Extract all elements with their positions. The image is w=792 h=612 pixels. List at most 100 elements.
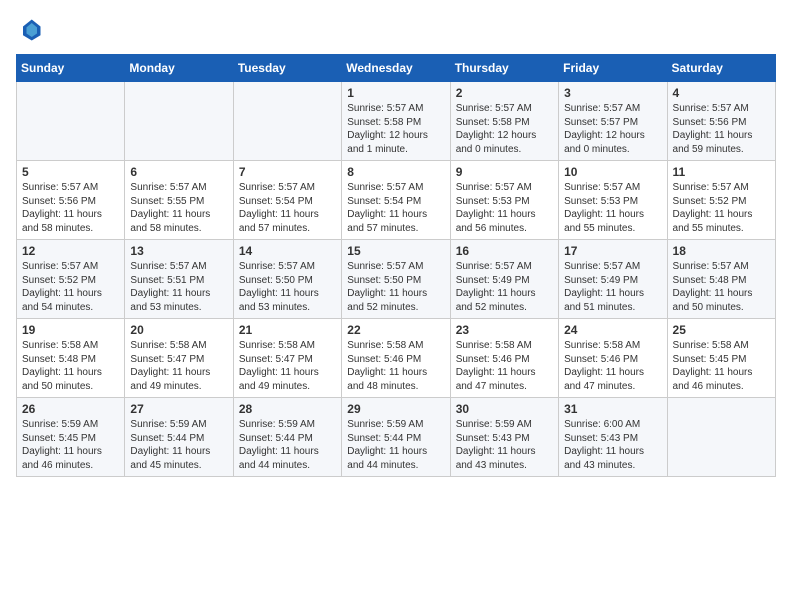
day-number: 17 — [564, 244, 661, 258]
column-header-thursday: Thursday — [450, 55, 558, 82]
calendar-cell — [17, 82, 125, 161]
day-number: 31 — [564, 402, 661, 416]
day-info: Sunrise: 5:57 AM Sunset: 5:53 PM Dayligh… — [456, 181, 553, 235]
day-number: 5 — [22, 165, 119, 179]
day-info: Sunrise: 5:57 AM Sunset: 5:55 PM Dayligh… — [130, 181, 227, 235]
day-number: 18 — [673, 244, 770, 258]
day-number: 19 — [22, 323, 119, 337]
day-info: Sunrise: 5:57 AM Sunset: 5:53 PM Dayligh… — [564, 181, 661, 235]
column-header-saturday: Saturday — [667, 55, 775, 82]
calendar-cell: 30 Sunrise: 5:59 AM Sunset: 5:43 PM Dayli… — [450, 398, 558, 477]
day-number: 12 — [22, 244, 119, 258]
calendar-week-4: 19 Sunrise: 5:58 AM Sunset: 5:48 PM Dayli… — [17, 319, 776, 398]
calendar-cell: 25Sunrise: 5:58 AM Sunset: 5:45 PM Dayli… — [667, 319, 775, 398]
day-info: Sunrise: 5:59 AM Sunset: 5:44 PM Dayligh… — [239, 418, 336, 472]
day-number: 27 — [130, 402, 227, 416]
calendar-cell: 3Sunrise: 5:57 AM Sunset: 5:57 PM Daylig… — [559, 82, 667, 161]
calendar-cell: 29Sunrise: 5:59 AM Sunset: 5:44 PM Dayli… — [342, 398, 450, 477]
page-header — [16, 16, 776, 44]
day-number: 6 — [130, 165, 227, 179]
calendar-cell — [125, 82, 233, 161]
day-info: Sunrise: 5:57 AM Sunset: 5:48 PM Dayligh… — [673, 260, 770, 314]
day-info: Sunrise: 5:59 AM Sunset: 5:44 PM Dayligh… — [130, 418, 227, 472]
day-info: Sunrise: 5:57 AM Sunset: 5:56 PM Dayligh… — [22, 181, 119, 235]
day-number: 1 — [347, 86, 444, 100]
calendar-cell: 13 Sunrise: 5:57 AM Sunset: 5:51 PM Dayli… — [125, 240, 233, 319]
calendar-cell: 1Sunrise: 5:57 AM Sunset: 5:58 PM Daylig… — [342, 82, 450, 161]
calendar-cell: 15 Sunrise: 5:57 AM Sunset: 5:50 PM Dayli… — [342, 240, 450, 319]
day-info: Sunrise: 5:57 AM Sunset: 5:49 PM Dayligh… — [564, 260, 661, 314]
calendar-cell — [667, 398, 775, 477]
calendar-week-5: 26 Sunrise: 5:59 AM Sunset: 5:45 PM Dayli… — [17, 398, 776, 477]
calendar-cell: 21 Sunrise: 5:58 AM Sunset: 5:47 PM Dayli… — [233, 319, 341, 398]
day-info: Sunrise: 5:58 AM Sunset: 5:46 PM Dayligh… — [456, 339, 553, 393]
calendar-week-2: 5 Sunrise: 5:57 AM Sunset: 5:56 PM Daylig… — [17, 161, 776, 240]
day-number: 11 — [673, 165, 770, 179]
column-header-tuesday: Tuesday — [233, 55, 341, 82]
day-info: Sunrise: 5:57 AM Sunset: 5:58 PM Dayligh… — [456, 102, 553, 156]
calendar-week-1: 1 Sunrise: 5:57 AM Sunset: 5:58 PM Daylig… — [17, 82, 776, 161]
day-number: 21 — [239, 323, 336, 337]
calendar-cell: 24Sunrise: 5:58 AM Sunset: 5:46 PM Dayli… — [559, 319, 667, 398]
column-header-monday: Monday — [125, 55, 233, 82]
calendar-cell: 5 Sunrise: 5:57 AM Sunset: 5:56 PM Daylig… — [17, 161, 125, 240]
day-info: Sunrise: 5:57 AM Sunset: 5:57 PM Dayligh… — [564, 102, 661, 156]
calendar-cell: 16Sunrise: 5:57 AM Sunset: 5:49 PM Dayli… — [450, 240, 558, 319]
day-number: 25 — [673, 323, 770, 337]
day-info: Sunrise: 5:57 AM Sunset: 5:51 PM Dayligh… — [130, 260, 227, 314]
calendar-cell: 7 Sunrise: 5:57 AM Sunset: 5:54 PM Daylig… — [233, 161, 341, 240]
column-header-sunday: Sunday — [17, 55, 125, 82]
calendar-cell: 19 Sunrise: 5:58 AM Sunset: 5:48 PM Dayli… — [17, 319, 125, 398]
day-info: Sunrise: 5:59 AM Sunset: 5:43 PM Dayligh… — [456, 418, 553, 472]
day-info: Sunrise: 5:57 AM Sunset: 5:50 PM Dayligh… — [347, 260, 444, 314]
day-number: 20 — [130, 323, 227, 337]
logo-icon — [16, 16, 44, 44]
calendar-cell: 23Sunrise: 5:58 AM Sunset: 5:46 PM Dayli… — [450, 319, 558, 398]
day-info: Sunrise: 5:59 AM Sunset: 5:45 PM Dayligh… — [22, 418, 119, 472]
calendar-header-row: SundayMondayTuesdayWednesdayThursdayFrid… — [17, 55, 776, 82]
calendar-cell: 4 Sunrise: 5:57 AM Sunset: 5:56 PM Daylig… — [667, 82, 775, 161]
calendar-cell: 8Sunrise: 5:57 AM Sunset: 5:54 PM Daylig… — [342, 161, 450, 240]
day-number: 7 — [239, 165, 336, 179]
calendar-cell: 18 Sunrise: 5:57 AM Sunset: 5:48 PM Dayli… — [667, 240, 775, 319]
day-number: 28 — [239, 402, 336, 416]
day-number: 26 — [22, 402, 119, 416]
calendar-cell: 27 Sunrise: 5:59 AM Sunset: 5:44 PM Dayli… — [125, 398, 233, 477]
logo — [16, 16, 48, 44]
day-info: Sunrise: 5:57 AM Sunset: 5:50 PM Dayligh… — [239, 260, 336, 314]
calendar-cell: 28 Sunrise: 5:59 AM Sunset: 5:44 PM Dayli… — [233, 398, 341, 477]
day-info: Sunrise: 5:59 AM Sunset: 5:44 PM Dayligh… — [347, 418, 444, 472]
day-info: Sunrise: 5:57 AM Sunset: 5:54 PM Dayligh… — [239, 181, 336, 235]
day-number: 15 — [347, 244, 444, 258]
day-info: Sunrise: 5:57 AM Sunset: 5:52 PM Dayligh… — [673, 181, 770, 235]
column-header-friday: Friday — [559, 55, 667, 82]
calendar-cell: 2 Sunrise: 5:57 AM Sunset: 5:58 PM Daylig… — [450, 82, 558, 161]
calendar-cell: 26 Sunrise: 5:59 AM Sunset: 5:45 PM Dayli… — [17, 398, 125, 477]
day-number: 4 — [673, 86, 770, 100]
day-number: 22 — [347, 323, 444, 337]
calendar-cell: 9Sunrise: 5:57 AM Sunset: 5:53 PM Daylig… — [450, 161, 558, 240]
day-number: 8 — [347, 165, 444, 179]
day-info: Sunrise: 5:58 AM Sunset: 5:47 PM Dayligh… — [130, 339, 227, 393]
calendar-cell: 22 Sunrise: 5:58 AM Sunset: 5:46 PM Dayli… — [342, 319, 450, 398]
day-number: 30 — [456, 402, 553, 416]
calendar-cell: 31 Sunrise: 6:00 AM Sunset: 5:43 PM Dayli… — [559, 398, 667, 477]
day-info: Sunrise: 5:57 AM Sunset: 5:49 PM Dayligh… — [456, 260, 553, 314]
calendar-cell: 20 Sunrise: 5:58 AM Sunset: 5:47 PM Dayli… — [125, 319, 233, 398]
day-info: Sunrise: 5:58 AM Sunset: 5:46 PM Dayligh… — [564, 339, 661, 393]
calendar-cell: 12 Sunrise: 5:57 AM Sunset: 5:52 PM Dayli… — [17, 240, 125, 319]
day-info: Sunrise: 5:58 AM Sunset: 5:48 PM Dayligh… — [22, 339, 119, 393]
day-number: 14 — [239, 244, 336, 258]
calendar-cell: 10Sunrise: 5:57 AM Sunset: 5:53 PM Dayli… — [559, 161, 667, 240]
calendar-cell: 14 Sunrise: 5:57 AM Sunset: 5:50 PM Dayli… — [233, 240, 341, 319]
calendar-cell: 6 Sunrise: 5:57 AM Sunset: 5:55 PM Daylig… — [125, 161, 233, 240]
calendar-cell: 17 Sunrise: 5:57 AM Sunset: 5:49 PM Dayli… — [559, 240, 667, 319]
day-number: 13 — [130, 244, 227, 258]
day-info: Sunrise: 5:58 AM Sunset: 5:47 PM Dayligh… — [239, 339, 336, 393]
day-info: Sunrise: 5:58 AM Sunset: 5:46 PM Dayligh… — [347, 339, 444, 393]
calendar-cell — [233, 82, 341, 161]
day-info: Sunrise: 5:57 AM Sunset: 5:52 PM Dayligh… — [22, 260, 119, 314]
day-info: Sunrise: 6:00 AM Sunset: 5:43 PM Dayligh… — [564, 418, 661, 472]
day-info: Sunrise: 5:57 AM Sunset: 5:56 PM Dayligh… — [673, 102, 770, 156]
day-number: 2 — [456, 86, 553, 100]
